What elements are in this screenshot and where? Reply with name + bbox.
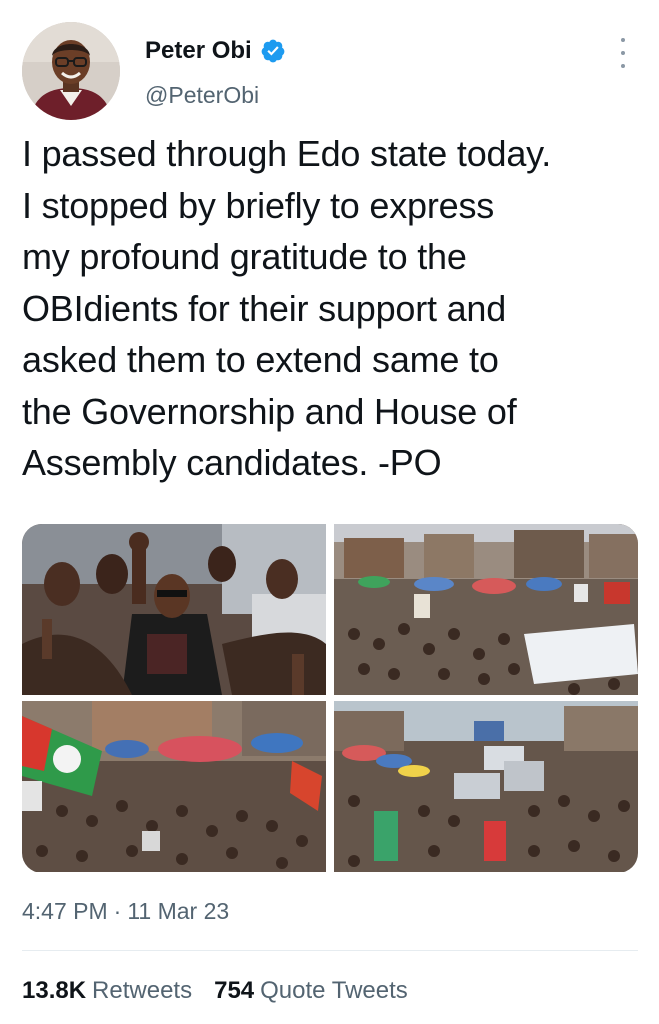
rally-photo-3[interactable] <box>22 701 326 872</box>
timestamp-separator: · <box>113 898 122 924</box>
rally-photo-market-flags <box>22 701 326 872</box>
author-name-row[interactable]: Peter Obi <box>145 36 286 66</box>
quote-tweets-stat[interactable]: 754 Quote Tweets <box>214 975 408 1007</box>
quote-tweets-label: Quote Tweets <box>260 977 408 1004</box>
author-handle[interactable]: @PeterObi <box>145 80 259 110</box>
rally-photo-street-crowd <box>334 524 638 695</box>
tweet-card: Peter Obi @PeterObi I passed through Edo… <box>0 0 659 1024</box>
retweets-stat[interactable]: 13.8K Retweets <box>22 975 192 1007</box>
rally-photo-1[interactable] <box>22 524 326 695</box>
rally-photo-closeup <box>22 524 326 695</box>
rally-photo-2[interactable] <box>334 524 638 695</box>
profile-photo <box>22 22 120 120</box>
quote-tweets-count: 754 <box>214 977 255 1004</box>
author-display-name[interactable]: Peter Obi <box>145 36 252 66</box>
retweets-count: 13.8K <box>22 977 87 1004</box>
retweets-label: Retweets <box>92 977 193 1004</box>
rally-photo-convoy-crowd <box>334 701 638 872</box>
rally-photo-4[interactable] <box>334 701 638 872</box>
tweet-timestamp[interactable]: 4:47 PM · 11 Mar 23 <box>22 896 229 926</box>
stats-divider <box>22 950 638 951</box>
tweet-date[interactable]: 11 Mar 23 <box>127 898 229 924</box>
more-options-icon[interactable] <box>612 38 634 68</box>
media-grid <box>22 524 638 873</box>
tweet-time[interactable]: 4:47 PM <box>22 898 108 924</box>
verified-badge-icon <box>260 38 286 64</box>
tweet-stats: 13.8K Retweets 754 Quote Tweets <box>22 975 408 1007</box>
tweet-text: I passed through Edo state today. I stop… <box>22 133 552 483</box>
avatar[interactable] <box>22 22 120 120</box>
